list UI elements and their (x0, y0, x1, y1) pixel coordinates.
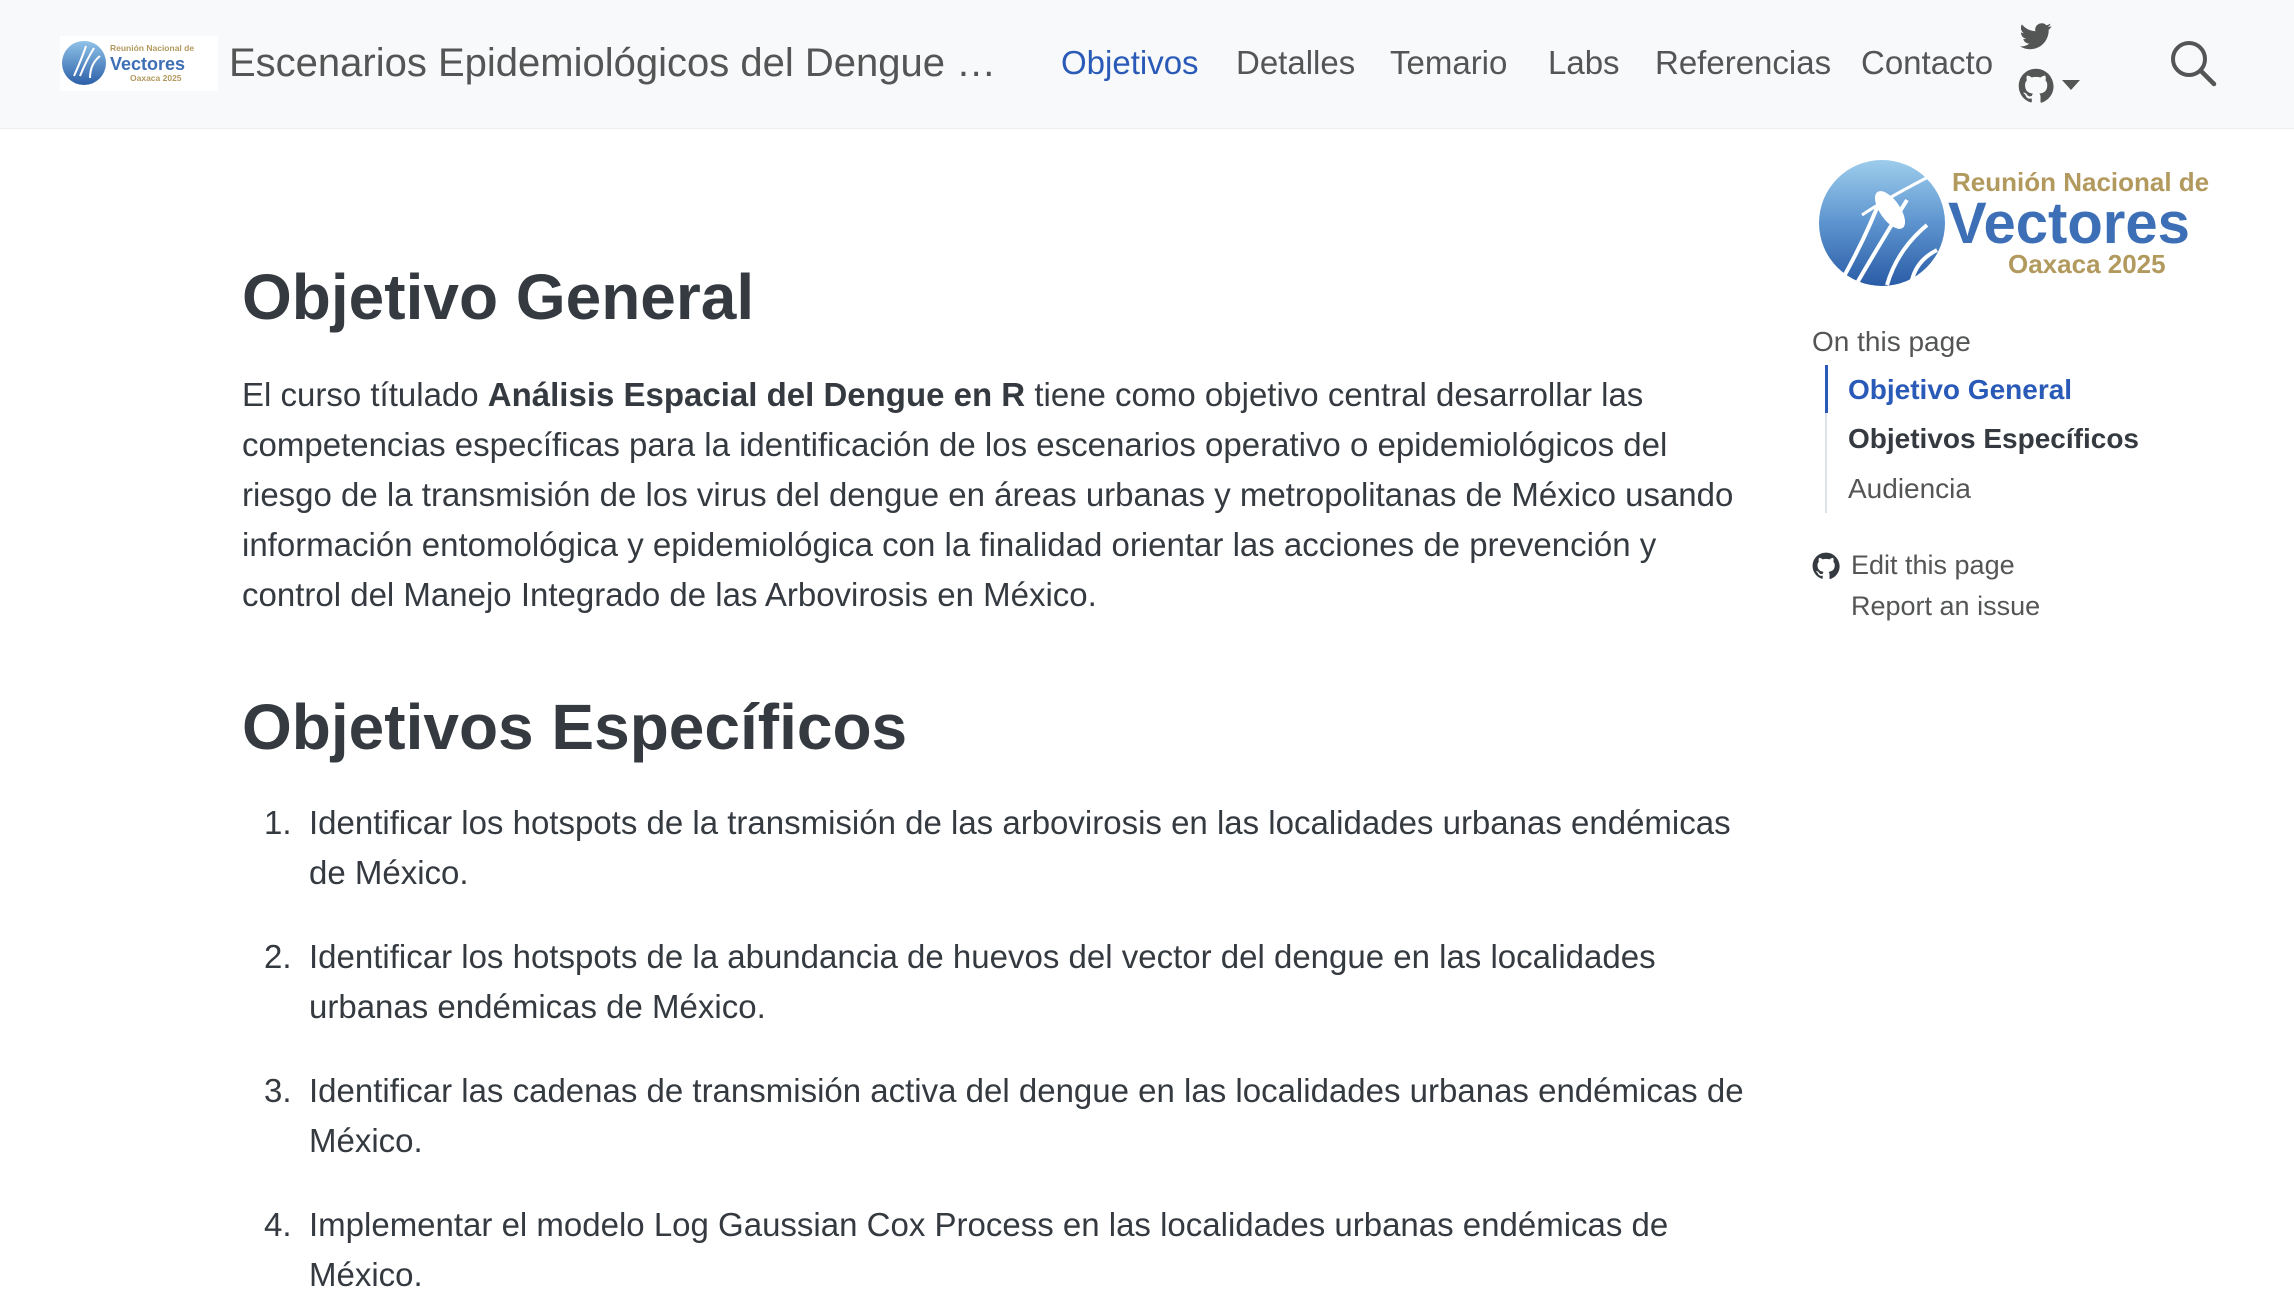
edit-page-link[interactable]: Edit this page (1851, 546, 2015, 584)
toc-title: On this page (1812, 326, 1971, 357)
nav-link-referencias[interactable]: Referencias (1655, 40, 1831, 86)
list-item-text: Identificar los hotspots de la abundanci… (309, 938, 1656, 1025)
site-title[interactable]: Escenarios Epidemiológicos del Dengue en… (229, 38, 1009, 88)
list-item-number: 4. (264, 1206, 292, 1243)
course-title-bold: Análisis Espacial del Dengue en R (487, 376, 1026, 413)
github-icon[interactable] (2018, 68, 2054, 104)
brand-logo-line1: Reunión Nacional de (110, 43, 194, 53)
heading-objetivos-especificos: Objetivos Específicos (242, 691, 908, 763)
nav-link-detalles[interactable]: Detalles (1236, 40, 1355, 86)
brand-logo-line3: Oaxaca 2025 (130, 73, 182, 83)
twitter-icon[interactable] (2018, 20, 2054, 52)
list-item-text: Implementar el modelo Log Gaussian Cox P… (309, 1206, 1669, 1293)
caret-down-icon[interactable] (2061, 78, 2081, 92)
heading-objetivo-general: Objetivo General (242, 261, 755, 333)
nav-link-labs[interactable]: Labs (1548, 40, 1620, 86)
toc-link-audiencia[interactable]: Audiencia (1848, 469, 1971, 509)
toc-link-objetivos-especificos[interactable]: Objetivos Específicos (1848, 419, 2139, 459)
list-item-number: 2. (264, 938, 292, 975)
top-navbar: Reunión Nacional de Vectores Oaxaca 2025… (0, 0, 2294, 129)
search-icon[interactable] (2168, 38, 2218, 88)
list-item-number: 3. (264, 1072, 292, 1109)
toc-link-objetivo-general[interactable]: Objetivo General (1848, 370, 2072, 410)
list-item-text: Identificar los hotspots de la transmisi… (309, 804, 1731, 891)
nav-link-contacto[interactable]: Contacto (1861, 40, 1993, 86)
nav-link-objetivos[interactable]: Objetivos (1061, 40, 1199, 86)
brand-logo-line2: Vectores (110, 54, 185, 74)
sidebar-logo-line2: Vectores (1948, 191, 2190, 256)
brand-logo[interactable]: Reunión Nacional de Vectores Oaxaca 2025 (60, 36, 218, 91)
objetivo-general-paragraph: El curso títulado Análisis Espacial del … (242, 370, 1762, 620)
nav-link-temario[interactable]: Temario (1390, 40, 1507, 86)
toc-active-indicator (1825, 365, 1828, 413)
sidebar-logo-line3: Oaxaca 2025 (2008, 249, 2166, 279)
github-icon (1812, 552, 1840, 579)
sidebar-logo: Reunión Nacional de Vectores Oaxaca 2025 (1812, 155, 2242, 290)
paragraph-intro: El curso títulado (242, 376, 488, 413)
report-issue-link[interactable]: Report an issue (1851, 587, 2040, 625)
list-item-number: 1. (264, 804, 292, 841)
list-item-text: Identificar las cadenas de transmisión a… (309, 1072, 1744, 1159)
